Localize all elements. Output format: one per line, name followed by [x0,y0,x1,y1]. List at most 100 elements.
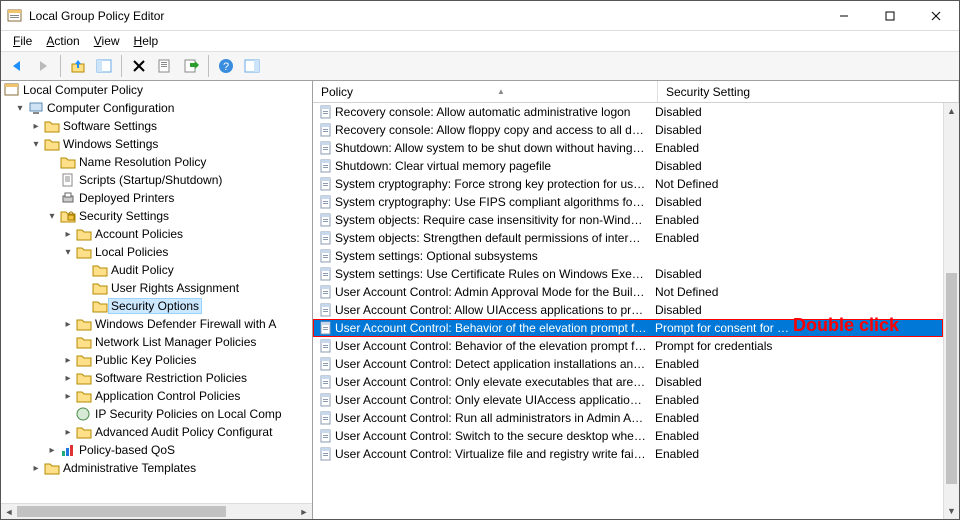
policy-row[interactable]: User Account Control: Only elevate execu… [313,373,943,391]
expand-icon[interactable]: ▾ [13,103,27,114]
policy-item-icon [317,249,335,263]
security-setting-value: Enabled [655,357,943,371]
scroll-thumb[interactable] [17,506,226,517]
expand-icon[interactable]: ▸ [61,391,75,402]
tree-account-policies[interactable]: ▸Account Policies [1,225,312,243]
tree-network-list-manager[interactable]: Network List Manager Policies [1,333,312,351]
tree-audit-policy[interactable]: Audit Policy [1,261,312,279]
policy-row[interactable]: User Account Control: Detect application… [313,355,943,373]
menu-file[interactable]: File [7,32,38,50]
policy-name: User Account Control: Only elevate execu… [335,375,655,389]
up-one-level-button[interactable] [66,54,90,78]
security-setting-value: Enabled [655,429,943,443]
menu-view[interactable]: View [88,32,126,50]
properties-button[interactable] [153,54,177,78]
policy-row[interactable]: User Account Control: Only elevate UIAcc… [313,391,943,409]
tree-horizontal-scrollbar[interactable]: ◄ ► [1,503,312,519]
tree-security-settings[interactable]: ▾Security Settings [1,207,312,225]
svg-text:?: ? [223,61,229,73]
tree-policy-based-qos[interactable]: ▸Policy-based QoS [1,441,312,459]
tree-application-control-policies[interactable]: ▸Application Control Policies [1,387,312,405]
expand-icon[interactable]: ▸ [61,355,75,366]
expand-icon[interactable]: ▸ [61,229,75,240]
help-button[interactable]: ? [214,54,238,78]
policy-row[interactable]: System objects: Require case insensitivi… [313,211,943,229]
policy-row[interactable]: Recovery console: Allow automatic admini… [313,103,943,121]
policy-name: User Account Control: Behavior of the el… [335,321,655,335]
show-hide-tree-button[interactable] [92,54,116,78]
column-header-policy[interactable]: Policy ▲ [313,81,658,102]
close-button[interactable] [913,1,959,31]
policy-row[interactable]: System objects: Strengthen default permi… [313,229,943,247]
title-bar[interactable]: Local Group Policy Editor [1,1,959,31]
tree-windows-defender-firewall[interactable]: ▸Windows Defender Firewall with A [1,315,312,333]
tree-software-restriction-policies[interactable]: ▸Software Restriction Policies [1,369,312,387]
policy-row[interactable]: Shutdown: Clear virtual memory pagefileD… [313,157,943,175]
policy-name: User Account Control: Switch to the secu… [335,429,655,443]
policy-row[interactable]: User Account Control: Behavior of the el… [313,337,943,355]
show-action-pane-button[interactable] [240,54,264,78]
back-button[interactable] [5,54,29,78]
scroll-thumb[interactable] [946,273,957,484]
scroll-right-arrow[interactable]: ► [296,504,312,519]
scroll-left-arrow[interactable]: ◄ [1,504,17,519]
delete-button[interactable] [127,54,151,78]
policy-row[interactable]: System settings: Optional subsystems [313,247,943,265]
policy-row[interactable]: User Account Control: Virtualize file an… [313,445,943,463]
expand-icon[interactable]: ▾ [45,211,59,222]
expand-icon[interactable]: ▾ [61,247,75,258]
tree-windows-settings[interactable]: ▾Windows Settings [1,135,312,153]
tree-name-resolution-policy[interactable]: Name Resolution Policy [1,153,312,171]
minimize-button[interactable] [821,1,867,31]
expand-icon[interactable]: ▸ [29,121,43,132]
forward-button[interactable] [31,54,55,78]
policy-row[interactable]: System settings: Use Certificate Rules o… [313,265,943,283]
expand-icon[interactable]: ▸ [29,463,43,474]
tree-deployed-printers[interactable]: Deployed Printers [1,189,312,207]
scroll-track[interactable] [944,119,959,503]
policy-item-icon [317,303,335,317]
policy-row[interactable]: User Account Control: Admin Approval Mod… [313,283,943,301]
console-tree[interactable]: Local Computer Policy ▾ Computer Configu… [1,81,312,477]
tree-computer-configuration[interactable]: ▾ Computer Configuration [1,99,312,117]
tree-security-options[interactable]: Security Options [1,297,312,315]
maximize-button[interactable] [867,1,913,31]
expand-icon[interactable]: ▸ [61,373,75,384]
column-header-security-setting[interactable]: Security Setting [658,81,959,102]
tree-root[interactable]: Local Computer Policy [1,81,312,99]
policy-row[interactable]: Shutdown: Allow system to be shut down w… [313,139,943,157]
folder-icon [43,461,61,475]
tree-software-settings[interactable]: ▸Software Settings [1,117,312,135]
list-vertical-scrollbar[interactable]: ▲ ▼ [943,103,959,519]
scroll-track[interactable] [17,504,296,519]
folder-icon [75,425,93,439]
expand-icon[interactable]: ▸ [45,445,59,456]
policy-row[interactable]: User Account Control: Switch to the secu… [313,427,943,445]
expand-icon[interactable]: ▸ [61,319,75,330]
menu-action[interactable]: Action [40,32,85,50]
tree-local-policies[interactable]: ▾Local Policies [1,243,312,261]
policy-row[interactable]: System cryptography: Force strong key pr… [313,175,943,193]
tree-user-rights-assignment[interactable]: User Rights Assignment [1,279,312,297]
tree-public-key-policies[interactable]: ▸Public Key Policies [1,351,312,369]
policy-row[interactable]: User Account Control: Run all administra… [313,409,943,427]
policy-row[interactable]: Recovery console: Allow floppy copy and … [313,121,943,139]
scroll-up-arrow[interactable]: ▲ [944,103,959,119]
menu-help[interactable]: Help [128,32,165,50]
tree-advanced-audit-policy[interactable]: ▸Advanced Audit Policy Configurat [1,423,312,441]
tree-ip-security-policies[interactable]: IP Security Policies on Local Comp [1,405,312,423]
policy-item-icon [317,141,335,155]
expand-icon[interactable]: ▸ [61,427,75,438]
toolbar-separator [121,55,122,77]
security-setting-value: Enabled [655,141,943,155]
tree-administrative-templates[interactable]: ▸Administrative Templates [1,459,312,477]
folder-icon [43,119,61,133]
policy-row[interactable]: System cryptography: Use FIPS compliant … [313,193,943,211]
export-list-button[interactable] [179,54,203,78]
expand-icon[interactable]: ▾ [29,139,43,150]
toolbar-separator [208,55,209,77]
policy-row[interactable]: User Account Control: Behavior of the el… [313,319,943,337]
policy-row[interactable]: User Account Control: Allow UIAccess app… [313,301,943,319]
tree-scripts[interactable]: Scripts (Startup/Shutdown) [1,171,312,189]
scroll-down-arrow[interactable]: ▼ [944,503,959,519]
